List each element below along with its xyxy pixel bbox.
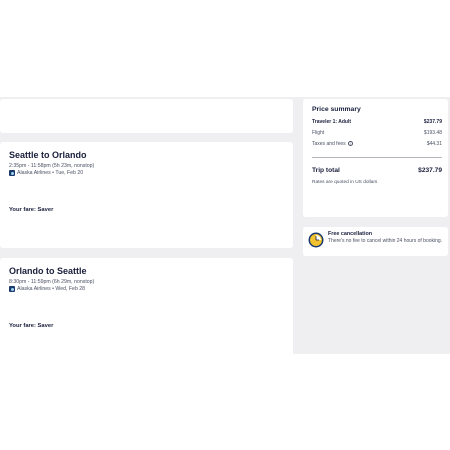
- flight-time: 8:30pm - 11:59pm (6h 29m, nonstop): [9, 279, 95, 285]
- flight-route-title: Orlando to Seattle: [9, 266, 87, 276]
- taxes-row: Taxes and fees i $44.31: [312, 141, 442, 147]
- taxes-amount: $44.31: [426, 141, 442, 147]
- cancellation-title: Free cancellation: [328, 231, 373, 237]
- free-cancellation-card: Free cancellation There's no fee to canc…: [303, 227, 448, 256]
- price-summary-title: Price summary: [312, 106, 361, 113]
- flight-route-title: Seattle to Orlando: [9, 150, 87, 160]
- fare-type: Your fare: Saver: [9, 323, 54, 329]
- alaska-airlines-logo-icon: [9, 170, 15, 176]
- flight-airline-row: Alaska Airlines • Wed, Feb 28: [9, 286, 85, 292]
- flight-price-row: Flight $193.48: [312, 130, 442, 136]
- cancellation-text: There's no fee to cancel within 24 hours…: [328, 238, 443, 244]
- flight-airline-date: Alaska Airlines • Tue, Feb 20: [17, 170, 84, 176]
- traveler-row: Traveler 1: Adult $237.79: [312, 119, 442, 125]
- traveler-label: Traveler 1: Adult: [312, 119, 351, 125]
- flight-card-return[interactable]: Orlando to Seattle 8:30pm - 11:59pm (6h …: [0, 258, 293, 354]
- taxes-label: Taxes and fees: [312, 141, 346, 147]
- fare-type: Your fare: Saver: [9, 207, 54, 213]
- trip-total-label: Trip total: [312, 167, 340, 174]
- currency-note: Rates are quoted in US dollars: [312, 180, 378, 185]
- taxes-label-group: Taxes and fees i: [312, 141, 353, 147]
- price-summary-card: Price summary Traveler 1: Adult $237.79 …: [303, 99, 448, 217]
- top-blank-card: [0, 99, 293, 133]
- flight-price-amount: $193.48: [423, 130, 442, 136]
- trip-total-row: Trip total $237.79: [312, 167, 442, 174]
- flight-price-label: Flight: [312, 130, 325, 136]
- flight-airline-row: Alaska Airlines • Tue, Feb 20: [9, 170, 83, 176]
- flight-airline-date: Alaska Airlines • Wed, Feb 28: [17, 286, 86, 292]
- clock-icon: [308, 232, 324, 248]
- flight-card-outbound[interactable]: Seattle to Orlando 2:35pm - 11:58pm (5h …: [0, 142, 293, 248]
- flight-time: 2:35pm - 11:58pm (5h 23m, nonstop): [9, 163, 95, 169]
- price-divider: [312, 157, 442, 158]
- traveler-amount: $237.79: [423, 119, 442, 125]
- trip-total-amount: $237.79: [418, 167, 442, 174]
- alaska-airlines-logo-icon: [9, 286, 15, 292]
- info-icon[interactable]: i: [347, 141, 353, 147]
